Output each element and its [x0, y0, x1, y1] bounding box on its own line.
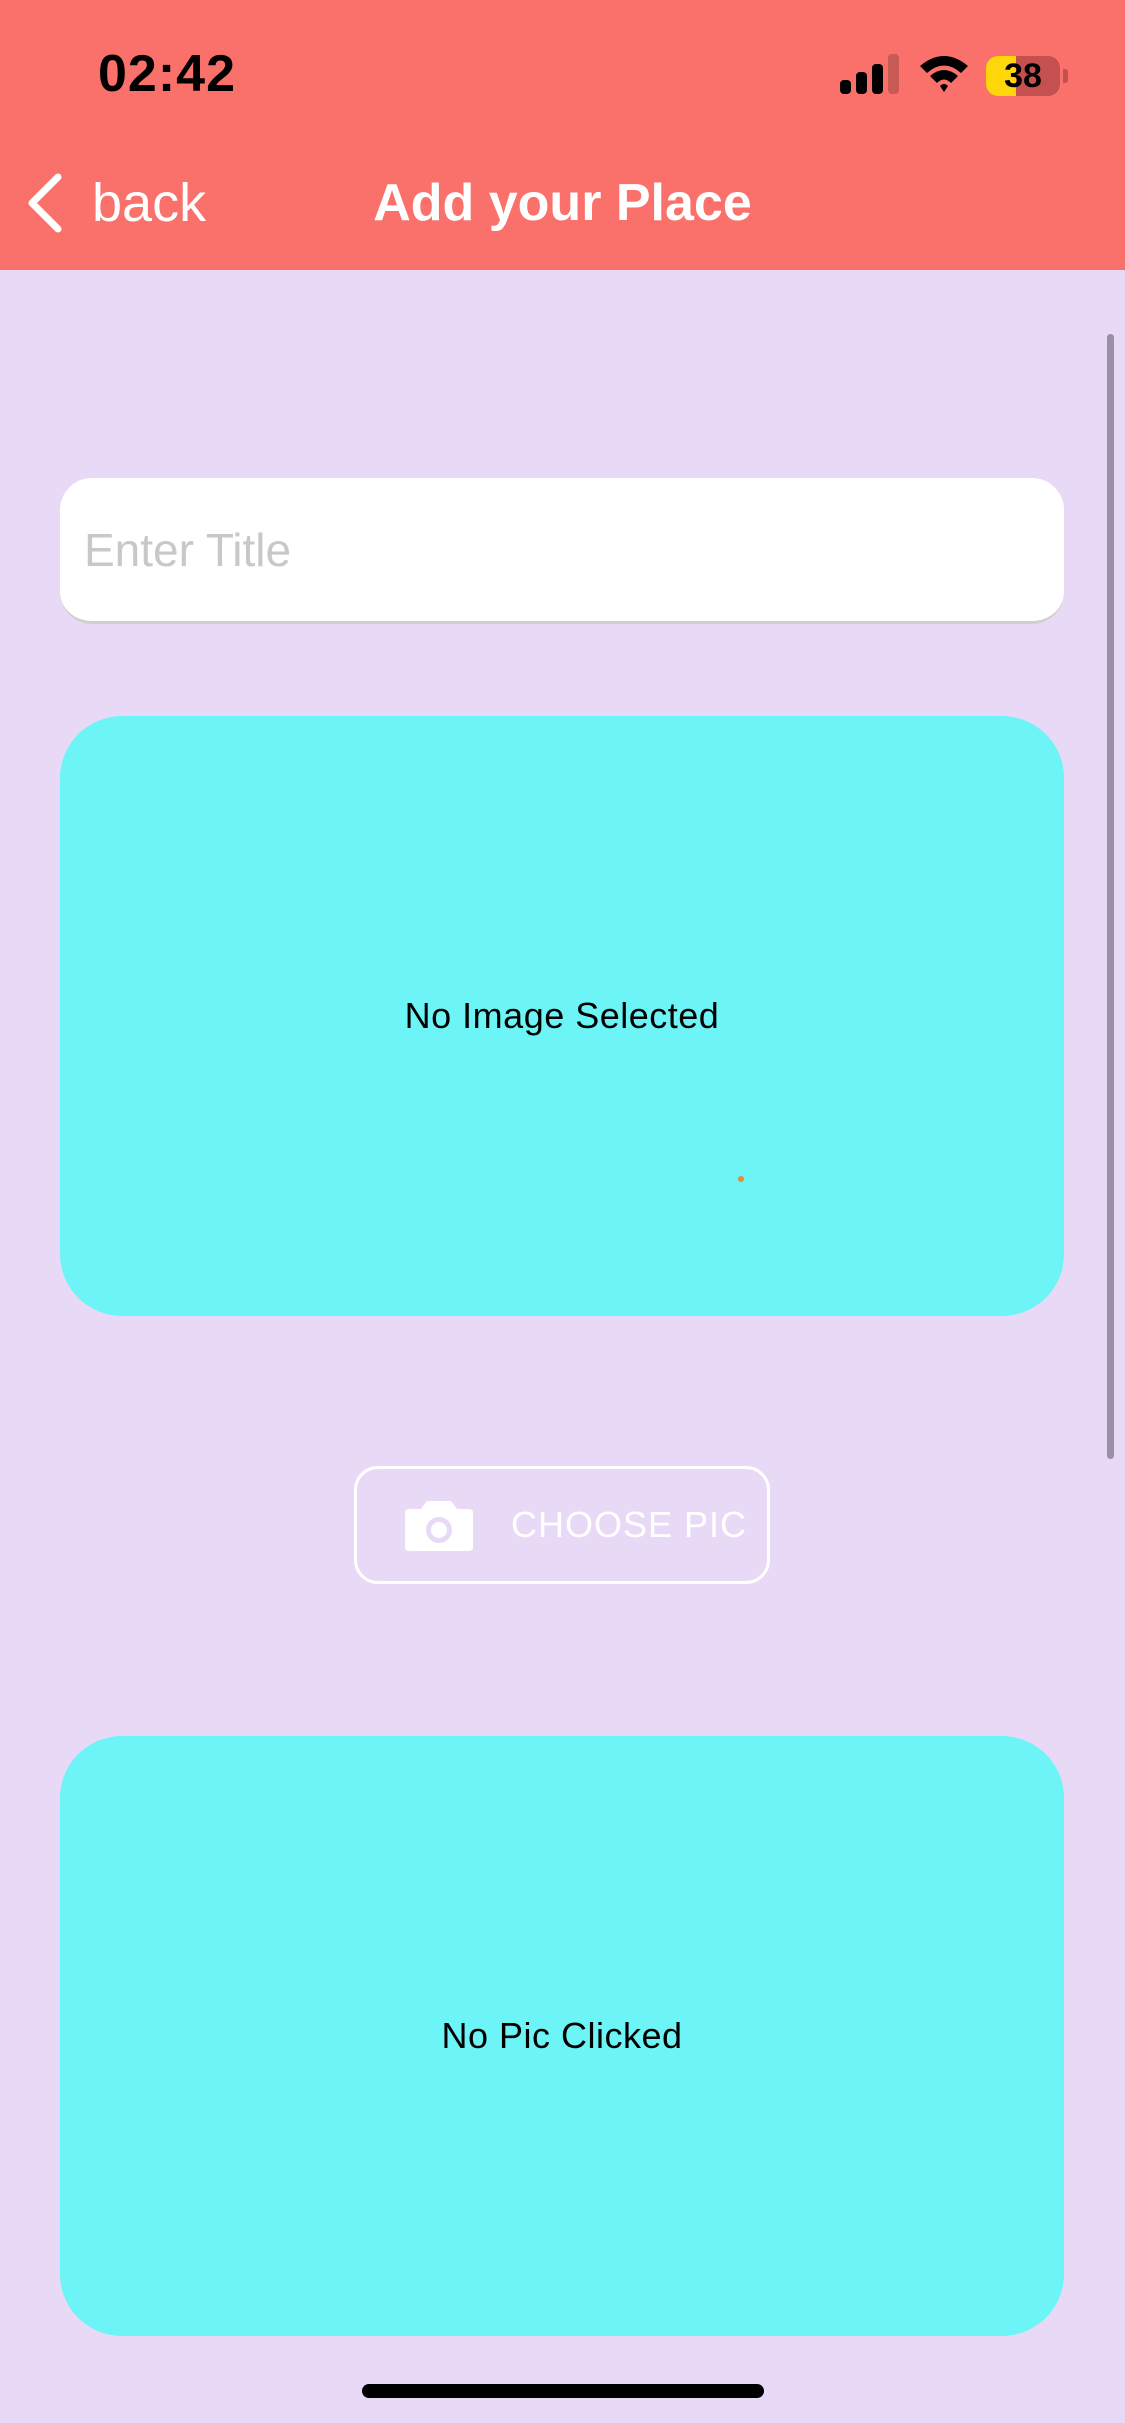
decorative-dot — [738, 1176, 744, 1182]
image-preview-text: No Image Selected — [404, 995, 720, 1036]
cellular-signal-icon — [840, 54, 899, 94]
status-time: 02:42 — [98, 45, 236, 103]
choose-pic-label: CHOOSE PIC — [511, 1504, 748, 1545]
scrollbar[interactable] — [1107, 334, 1114, 1459]
choose-pic-button[interactable]: CHOOSE PIC — [354, 1466, 770, 1584]
app-header: 02:42 38 back Add your Place — [0, 0, 1125, 270]
home-indicator[interactable] — [362, 2384, 764, 2398]
page-title: Add your Place — [373, 174, 752, 232]
title-input[interactable] — [60, 478, 1064, 624]
battery-level: 38 — [1004, 57, 1042, 95]
camera-icon — [405, 1501, 473, 1551]
pic-preview-text: No Pic Clicked — [441, 2015, 683, 2056]
pic-preview: No Pic Clicked — [60, 1736, 1064, 2336]
image-preview: No Image Selected — [60, 716, 1064, 1316]
battery-icon: 38 — [986, 56, 1068, 96]
wifi-icon — [920, 56, 968, 92]
